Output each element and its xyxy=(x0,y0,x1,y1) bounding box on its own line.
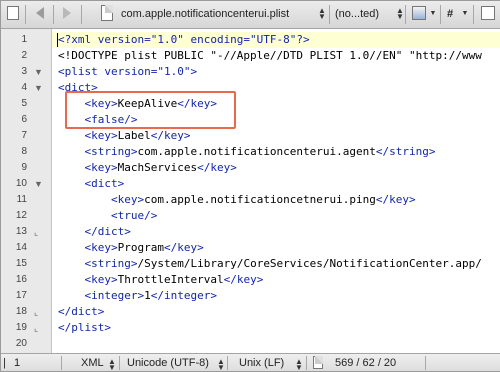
code-line[interactable]: </dict> xyxy=(58,224,131,240)
annotation-highlight-box xyxy=(65,91,236,129)
line-number: 15 xyxy=(15,258,27,269)
line-number: 8 xyxy=(21,146,27,157)
code-line[interactable]: </dict> xyxy=(58,304,104,320)
editor-window: com.apple.notificationcenterui.plist ▲ ▼ … xyxy=(0,0,500,372)
bookmarks-icon[interactable] xyxy=(412,6,426,20)
line-number: 14 xyxy=(15,242,27,253)
code-line[interactable]: <key>Program</key> xyxy=(58,240,204,256)
line-number: 2 xyxy=(21,50,27,61)
code-line[interactable]: <integer>1</integer> xyxy=(58,288,217,304)
symbol-popup[interactable]: (no...ted) xyxy=(335,6,395,22)
back-arrow-icon[interactable] xyxy=(36,7,44,19)
split-view-icon[interactable] xyxy=(481,6,495,20)
line-number: 5 xyxy=(21,98,27,109)
status-gutter-marker: | xyxy=(3,357,6,369)
line-number: 16 xyxy=(15,274,27,285)
document-toggle-icon[interactable] xyxy=(7,6,19,20)
forward-arrow-icon[interactable] xyxy=(63,7,71,19)
code-line[interactable]: <string>com.apple.notificationcenterui.a… xyxy=(58,144,436,160)
line-number: 12 xyxy=(15,210,27,221)
line-number: 10 xyxy=(15,178,27,189)
fold-end-icon: ⌞ xyxy=(34,307,39,317)
code-line[interactable]: <string>/System/Library/CoreServices/Not… xyxy=(58,256,482,272)
code-line[interactable]: <key>Label</key> xyxy=(58,128,191,144)
line-number: 4 xyxy=(21,82,27,93)
document-stats: 569 / 62 / 20 xyxy=(335,357,397,369)
encoding-chevron-icon: ▲ ▼ xyxy=(217,357,225,372)
line-endings-chevron-icon: ▲ ▼ xyxy=(295,357,303,372)
code-line[interactable]: <key>com.apple.notificationcetnerui.ping… xyxy=(58,192,416,208)
line-number: 13 xyxy=(15,226,27,237)
file-popup-chevron-icon: ▲ ▼ xyxy=(318,6,326,21)
hash-chevron-icon: ▼ xyxy=(461,10,469,17)
line-number: 9 xyxy=(21,162,27,173)
bookmarks-chevron-icon: ▼ xyxy=(429,10,437,17)
line-number: 3 xyxy=(21,66,27,77)
fold-triangle-icon[interactable]: ▼ xyxy=(34,80,43,96)
line-number: 7 xyxy=(21,130,27,141)
fold-end-icon: ⌞ xyxy=(34,227,39,237)
status-bar: | 1 XML ▲ ▼ Unicode (UTF-8) ▲ ▼ Unix (LF) … xyxy=(1,353,500,372)
fold-end-icon: ⌞ xyxy=(34,323,39,333)
language-popup[interactable]: XML xyxy=(81,356,104,370)
code-line[interactable]: <true/> xyxy=(58,208,157,224)
line-number: 11 xyxy=(16,194,27,205)
language-chevron-icon: ▲ ▼ xyxy=(108,357,116,372)
navigation-toolbar: com.apple.notificationcenterui.plist ▲ ▼ … xyxy=(1,1,500,29)
file-name-popup[interactable]: com.apple.notificationcenterui.plist xyxy=(121,6,331,22)
line-number-status[interactable]: 1 xyxy=(14,356,20,370)
document-stats-icon xyxy=(313,356,323,369)
counterpart-hash-button[interactable]: # xyxy=(447,6,457,22)
line-number: 17 xyxy=(15,290,27,301)
line-number: 1 xyxy=(21,34,27,45)
line-number: 19 xyxy=(15,322,27,333)
encoding-popup[interactable]: Unicode (UTF-8) xyxy=(127,356,209,370)
code-line[interactable]: <!DOCTYPE plist PUBLIC "-//Apple//DTD PL… xyxy=(58,48,482,64)
line-number: 18 xyxy=(15,306,27,317)
plist-file-icon xyxy=(101,5,113,21)
code-line[interactable]: <dict> xyxy=(58,176,125,192)
code-line[interactable]: <plist version="1.0"> xyxy=(58,64,197,80)
line-endings-popup[interactable]: Unix (LF) xyxy=(239,356,284,370)
line-number-gutter: 1 2 3 ▼ 4 ▼ 5 6 7 8 9 10 ▼ 11 12 13 ⌞ 14 15 16 17 18 ⌞ 19 ⌞ 20 xyxy=(1,29,52,353)
fold-triangle-icon[interactable]: ▼ xyxy=(34,176,43,192)
fold-triangle-icon[interactable]: ▼ xyxy=(34,64,43,80)
code-line[interactable]: <key>ThrottleInterval</key> xyxy=(58,272,264,288)
code-line[interactable]: </plist> xyxy=(58,320,111,336)
line-number: 20 xyxy=(15,338,27,349)
code-editor[interactable]: <?xml version="1.0" encoding="UTF-8"?> <!… xyxy=(52,29,500,353)
code-line[interactable]: <key>MachServices</key> xyxy=(58,160,237,176)
code-line[interactable]: <?xml version="1.0" encoding="UTF-8"?> xyxy=(58,32,310,48)
symbol-popup-chevron-icon: ▲ ▼ xyxy=(396,6,404,21)
line-number: 6 xyxy=(21,114,27,125)
